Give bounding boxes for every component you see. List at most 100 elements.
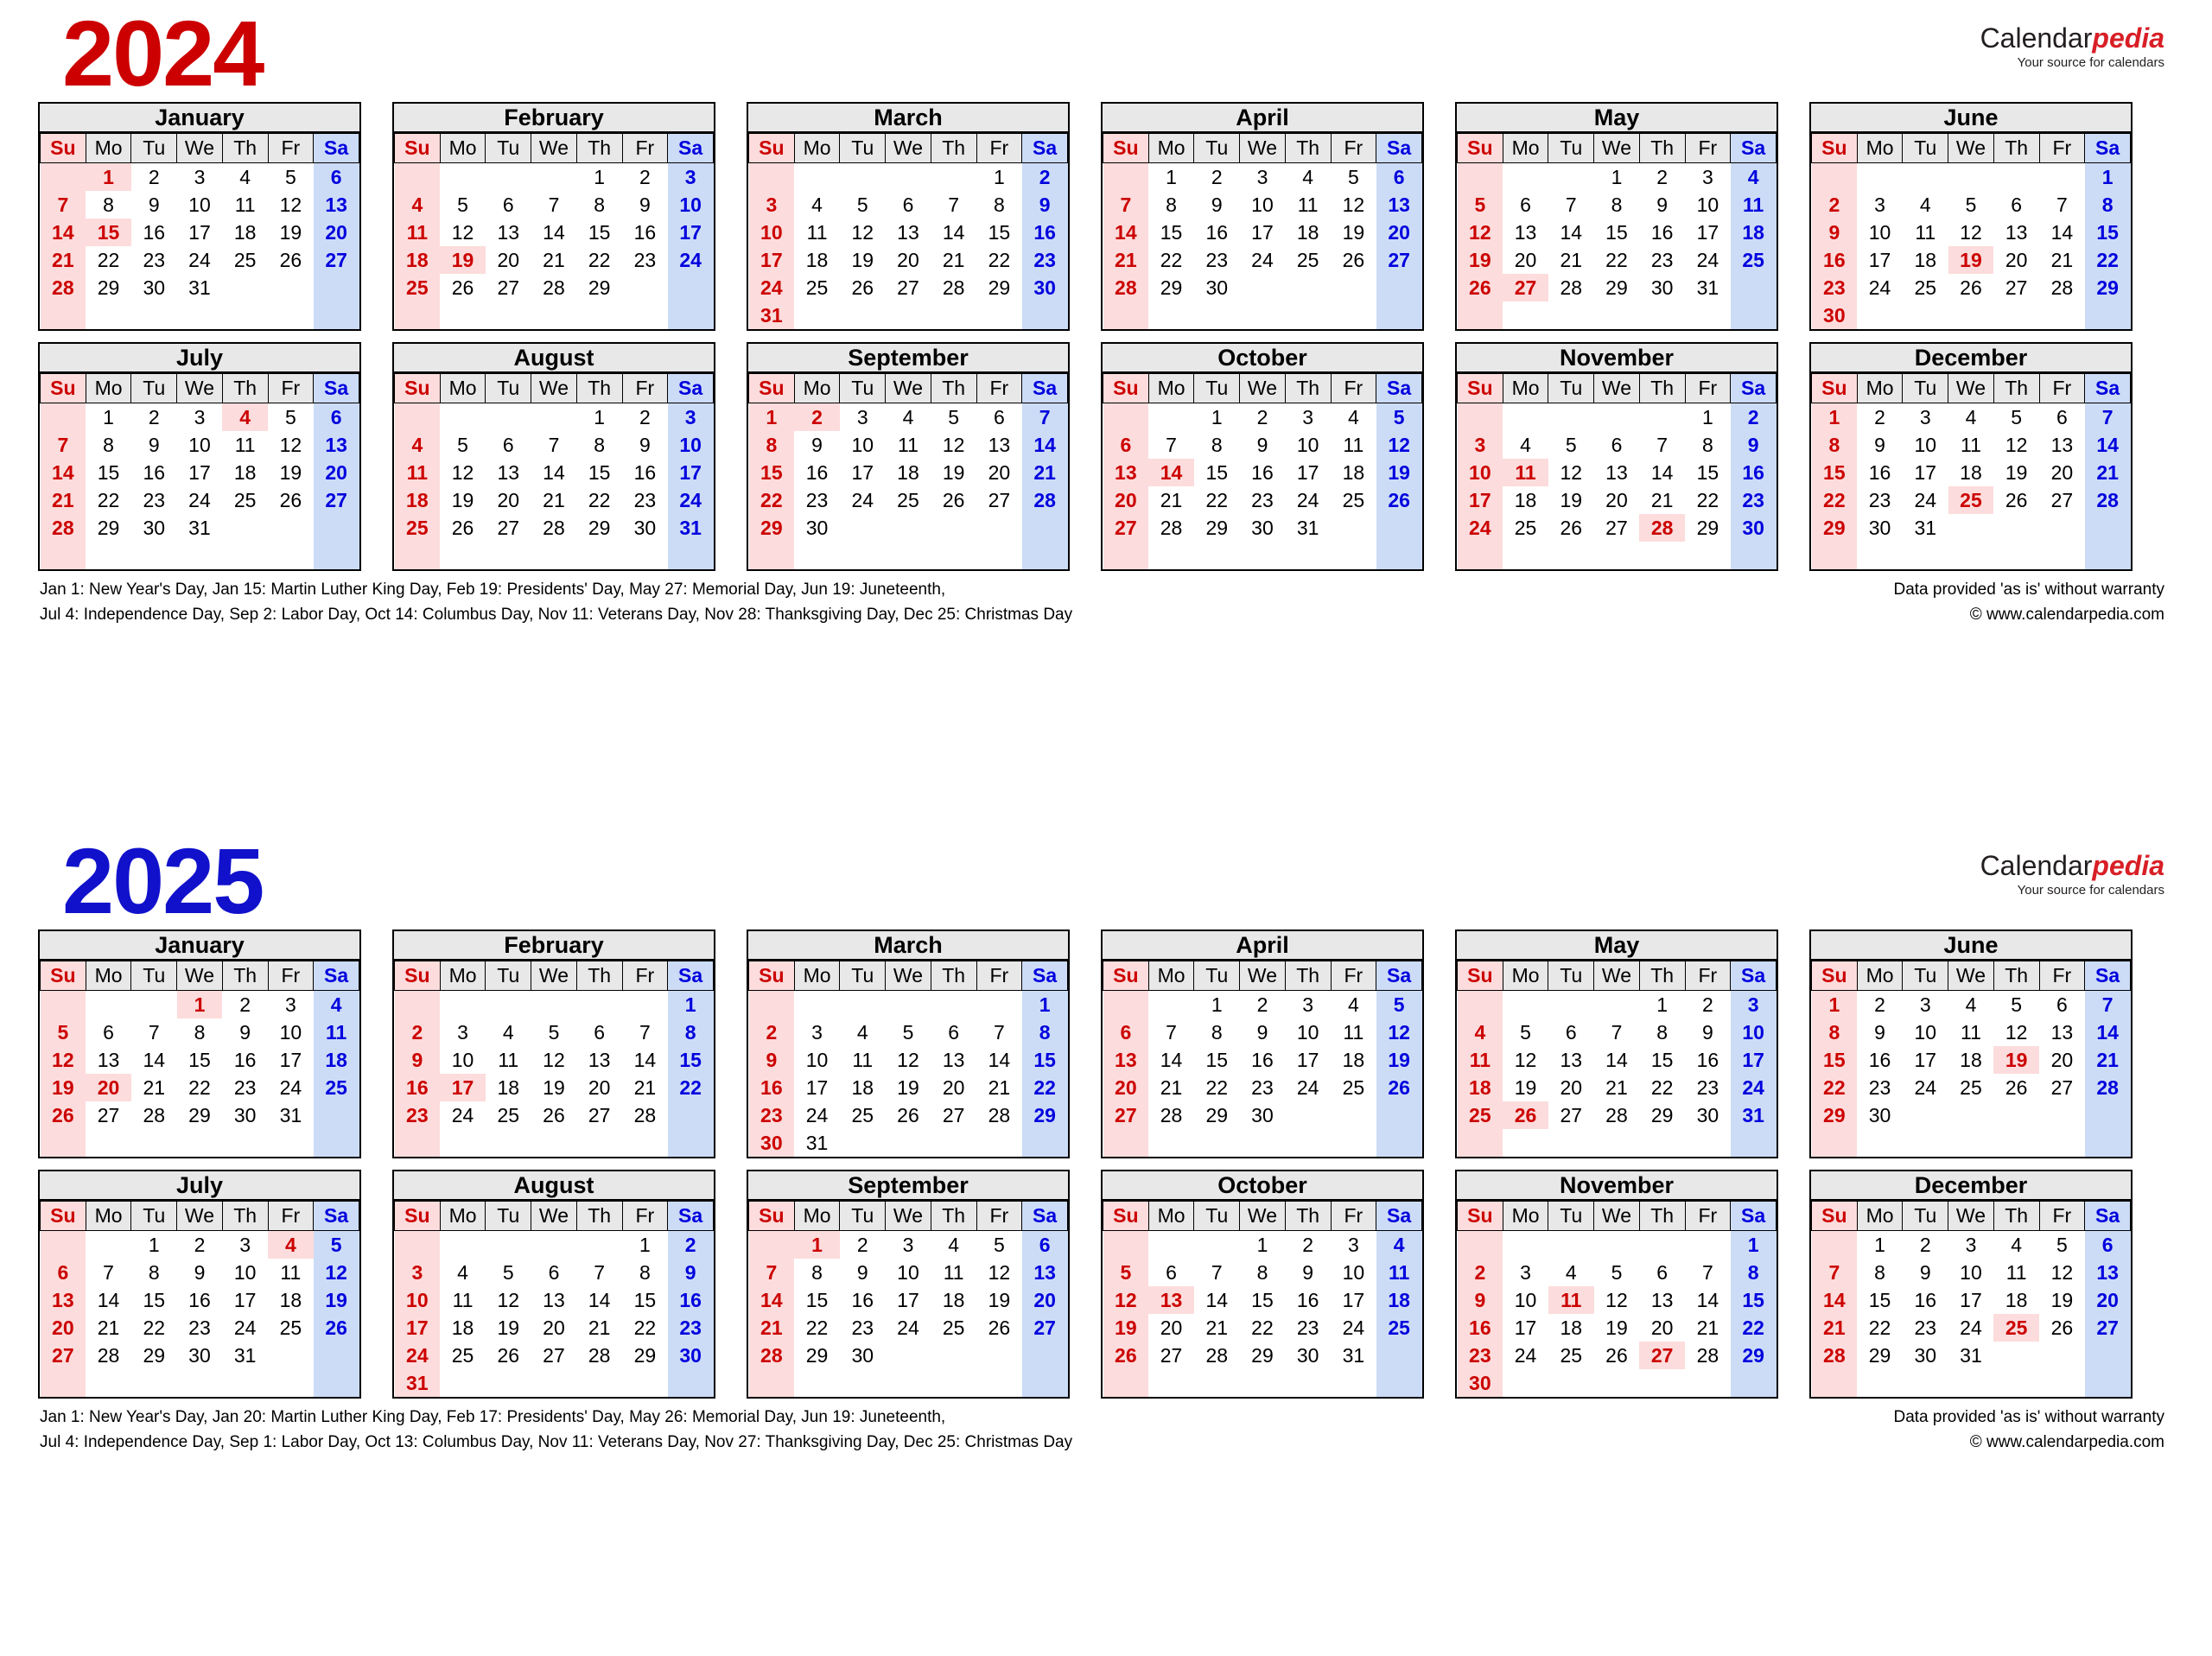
day-cell: 5 bbox=[902, 1020, 914, 1044]
month-block-november: November Su Mo Tu We Th Fr Sa 1 2 3 4 5 6 7 8 9 10 11 12 13 1… bbox=[1455, 1170, 1778, 1399]
week-row: 29 30 bbox=[1811, 1101, 2131, 1129]
day-cell: 2 bbox=[1211, 165, 1223, 188]
day-cell-empty bbox=[268, 542, 314, 569]
day-cell-empty bbox=[313, 514, 359, 542]
day-cell: 26 bbox=[942, 488, 965, 511]
day-cell: 27 bbox=[97, 1103, 120, 1126]
day-cell: 29 bbox=[1868, 1343, 1891, 1367]
day-cell: 10 bbox=[897, 1260, 919, 1284]
week-row: 15 16 17 18 19 20 21 bbox=[1811, 459, 2131, 486]
day-cell-empty bbox=[40, 301, 86, 329]
day-cell: 5 bbox=[284, 165, 296, 188]
day-cell: 14 bbox=[988, 1048, 1011, 1071]
day-cell-empty bbox=[313, 274, 359, 301]
weekday-header-tu: Tu bbox=[485, 133, 532, 163]
week-row: 11 12 13 14 15 16 17 bbox=[394, 219, 714, 246]
day-cell-empty bbox=[222, 1129, 268, 1157]
day-cell-empty bbox=[1376, 1101, 1422, 1129]
day-cell: 4 bbox=[1965, 405, 1977, 428]
weekday-header-th: Th bbox=[930, 133, 977, 163]
day-cell: 22 bbox=[1251, 1316, 1274, 1339]
day-cell: 24 bbox=[1730, 1074, 1777, 1101]
day-cell: 10 bbox=[1342, 1260, 1365, 1284]
day-cell: 13 bbox=[313, 191, 359, 219]
day-cell: 2 bbox=[748, 1018, 795, 1046]
week-row: 28 29 30 bbox=[1103, 274, 1422, 301]
day-cell: 7 bbox=[1565, 193, 1577, 216]
day-cell-empty bbox=[222, 542, 268, 569]
day-cell: 13 bbox=[497, 220, 520, 244]
day-cell: 13 bbox=[543, 1288, 565, 1311]
day-cell: 8 bbox=[993, 193, 1005, 216]
day-cell: 16 bbox=[1696, 1048, 1719, 1071]
day-cell: 16 bbox=[805, 460, 829, 484]
day-cell: 23 bbox=[233, 1075, 257, 1099]
day-cell-empty bbox=[86, 1369, 131, 1397]
day-cell-empty bbox=[131, 301, 177, 329]
brand-tagline: Your source for calendars bbox=[2017, 882, 2164, 898]
day-cell: 1 bbox=[594, 405, 606, 428]
day-cell: 5 bbox=[1376, 403, 1422, 431]
day-cell: 28 bbox=[1696, 1343, 1719, 1367]
day-cell-empty bbox=[1948, 1129, 1994, 1157]
day-cell-empty bbox=[1639, 301, 1685, 329]
day-cell-empty bbox=[1457, 1129, 1503, 1157]
weekday-header-mo: Mo bbox=[85, 1201, 132, 1231]
day-cell: 3 bbox=[902, 1233, 914, 1256]
day-cell: 29 bbox=[588, 276, 611, 299]
day-cell: 27 bbox=[942, 1103, 965, 1126]
month-day-grid: Su Mo Tu We Th Fr Sa 1 2 3 4 5 6 7 8 9 10 11 12 13 14 15 16 17 1… bbox=[40, 373, 359, 569]
day-cell-empty bbox=[1857, 163, 1903, 192]
day-cell: 14 bbox=[1650, 460, 1674, 484]
week-row: 1 2 3 4 56 bbox=[1103, 162, 1422, 191]
day-cell: 6 bbox=[1376, 162, 1422, 191]
day-cell: 13 bbox=[1103, 459, 1149, 486]
day-cell-empty bbox=[1730, 1129, 1777, 1157]
day-cell-empty bbox=[222, 301, 268, 329]
day-cell-empty bbox=[1503, 542, 1548, 569]
day-cell: 3 bbox=[856, 405, 868, 428]
day-cell: 1 bbox=[1730, 1230, 1777, 1259]
week-row: 11 12 13 14 15 16 17 bbox=[394, 459, 714, 486]
day-cell: 12 bbox=[2005, 433, 2028, 456]
day-cell-empty bbox=[931, 301, 976, 329]
day-cell-empty bbox=[840, 301, 886, 329]
day-cell: 20 bbox=[588, 1075, 611, 1099]
day-cell-empty bbox=[1376, 1129, 1422, 1157]
day-cell: 28 bbox=[40, 274, 86, 301]
day-cell: 9 bbox=[1730, 431, 1777, 459]
day-cell: 15 bbox=[86, 219, 131, 246]
week-row: 12 bbox=[748, 162, 1068, 191]
day-cell-empty bbox=[1503, 1231, 1548, 1259]
months-grid: January Su Mo Tu We Th Fr Sa 1 2 3 4 5 6 7 8 9 10 11 12 13 14… bbox=[0, 102, 2212, 571]
day-cell: 24 bbox=[279, 1075, 302, 1099]
week-row: 28 29 30 31 bbox=[1811, 1342, 2131, 1369]
day-cell: 14 bbox=[748, 1286, 795, 1314]
day-cell: 14 bbox=[2084, 1018, 2131, 1046]
day-cell: 1 bbox=[148, 1233, 160, 1256]
footer-holiday-line-2: Jul 4: Independence Day, Sep 1: Labor Da… bbox=[40, 1432, 1073, 1451]
day-cell-empty bbox=[440, 542, 486, 569]
day-cell: 4 bbox=[1457, 1018, 1503, 1046]
weekday-header-we: We bbox=[531, 373, 577, 403]
month-day-grid: Su Mo Tu We Th Fr Sa 1 2 3 4 5 6 7 8 9 10 11 12 13 14 15 16 17 1… bbox=[1811, 373, 2131, 569]
day-cell-empty bbox=[1948, 514, 1994, 542]
day-cell-empty bbox=[1639, 542, 1685, 569]
day-cell: 30 bbox=[1251, 1103, 1274, 1126]
day-cell-empty bbox=[131, 542, 177, 569]
day-cell: 21 bbox=[748, 1314, 795, 1342]
day-cell: 13 bbox=[1376, 191, 1422, 219]
month-title: September bbox=[748, 1171, 1068, 1201]
week-row: 1 2 34 bbox=[1457, 162, 1777, 191]
weekday-header-we: We bbox=[1239, 1201, 1286, 1231]
footer-copyright-link[interactable]: © www.calendarpedia.com bbox=[1893, 603, 2164, 628]
day-cell: 28 bbox=[588, 1343, 611, 1367]
day-cell: 6 bbox=[1520, 193, 1531, 216]
day-cell: 26 bbox=[2005, 488, 2028, 511]
weekday-header-row: Su Mo Tu We Th Fr Sa bbox=[1103, 961, 1422, 991]
day-cell: 21 bbox=[543, 248, 565, 271]
day-cell-empty bbox=[1685, 1369, 1731, 1397]
day-cell: 24 bbox=[897, 1316, 919, 1339]
day-cell: 23 bbox=[1914, 1316, 1937, 1339]
footer-copyright-link[interactable]: © www.calendarpedia.com bbox=[1893, 1431, 2164, 1456]
